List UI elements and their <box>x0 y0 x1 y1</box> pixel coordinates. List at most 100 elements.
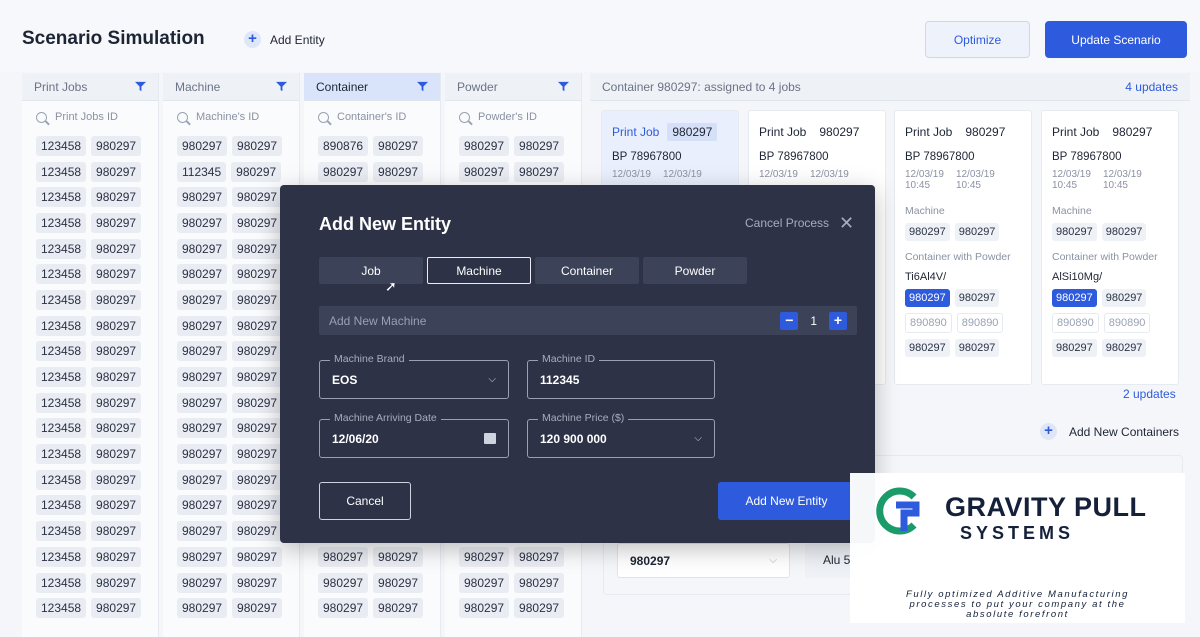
list-item[interactable]: 980297980297 <box>304 159 440 185</box>
id-chip[interactable]: 980297 <box>91 212 142 233</box>
list-item[interactable]: 123458 980297 <box>22 159 158 185</box>
id-chip[interactable]: 123458 <box>36 521 87 542</box>
id-chip[interactable]: 980297 <box>232 135 283 156</box>
container-chip[interactable]: 890890 <box>905 313 952 333</box>
id-chip[interactable]: 980297 <box>318 572 369 593</box>
list-item[interactable]: 123458 980297 <box>22 518 158 544</box>
id-chip[interactable]: 980297 <box>373 161 424 182</box>
list-item[interactable]: 980297980297 <box>304 595 440 621</box>
id-chip[interactable]: 980297 <box>232 572 283 593</box>
id-chip[interactable]: 980297 <box>177 469 228 490</box>
id-chip[interactable]: 980297 <box>232 367 283 388</box>
list-item[interactable]: 980297980297 <box>163 133 299 159</box>
id-chip[interactable]: 123458 <box>36 238 87 259</box>
id-chip[interactable]: 980297 <box>177 264 228 285</box>
id-chip[interactable]: 980297 <box>177 598 228 619</box>
tab-machine[interactable]: Machine <box>427 257 531 284</box>
id-chip[interactable]: 980297 <box>177 546 228 567</box>
id-chip[interactable]: 980297 <box>91 161 142 182</box>
list-item[interactable]: 980297980297 <box>163 184 299 210</box>
id-chip[interactable]: 980297 <box>459 161 510 182</box>
machine-id-field[interactable]: Machine ID 112345 <box>527 353 715 399</box>
list-item[interactable]: 123458 980297 <box>22 441 158 467</box>
add-new-entity-button[interactable]: Add New Entity <box>718 482 855 520</box>
list-item[interactable]: 112345 980297 <box>163 159 299 185</box>
filter-icon[interactable] <box>135 81 146 92</box>
container-chip[interactable]: 980297 <box>954 339 1000 357</box>
container-chip[interactable]: 980297 <box>1101 289 1147 307</box>
id-chip[interactable]: 123458 <box>36 418 87 439</box>
list-item[interactable]: 123458 980297 <box>22 416 158 442</box>
machine-chip[interactable]: 980297 <box>905 223 950 241</box>
tab-powder[interactable]: Powder <box>643 257 747 284</box>
list-item[interactable]: 980297980297 <box>445 159 581 185</box>
machine-chip[interactable]: 980297 <box>1052 223 1097 241</box>
filter-icon[interactable] <box>417 81 428 92</box>
id-chip[interactable]: 980297 <box>91 341 142 362</box>
id-chip[interactable]: 980297 <box>232 546 283 567</box>
list-item[interactable]: 980297980297 <box>445 544 581 570</box>
id-chip[interactable]: 980297 <box>232 444 283 465</box>
id-chip[interactable]: 123458 <box>36 341 87 362</box>
list-item[interactable]: 123458 980297 <box>22 210 158 236</box>
id-chip[interactable]: 980297 <box>177 521 228 542</box>
id-chip[interactable]: 980297 <box>177 341 228 362</box>
list-item[interactable]: 123458 980297 <box>22 261 158 287</box>
id-chip[interactable]: 980297 <box>459 546 510 567</box>
id-chip[interactable]: 980297 <box>373 546 424 567</box>
id-chip[interactable]: 980297 <box>91 469 142 490</box>
id-chip[interactable]: 980297 <box>232 289 283 310</box>
id-chip[interactable]: 980297 <box>373 598 424 619</box>
id-chip[interactable]: 123458 <box>36 315 87 336</box>
id-chip[interactable]: 980297 <box>177 572 228 593</box>
id-chip[interactable]: 980297 <box>91 444 142 465</box>
list-item[interactable]: 123458 980297 <box>22 184 158 210</box>
id-chip[interactable]: 980297 <box>177 135 228 156</box>
column-search[interactable]: Container's ID <box>304 101 440 133</box>
id-chip[interactable]: 980297 <box>232 418 283 439</box>
id-chip[interactable]: 890876 <box>318 135 369 156</box>
id-chip[interactable]: 980297 <box>177 315 228 336</box>
id-chip[interactable]: 980297 <box>232 212 283 233</box>
id-chip[interactable]: 123458 <box>36 546 87 567</box>
list-item[interactable]: 980297980297 <box>163 493 299 519</box>
add-new-containers-button[interactable]: + Add New Containers <box>1040 423 1179 440</box>
list-item[interactable]: 980297980297 <box>163 595 299 621</box>
id-chip[interactable]: 980297 <box>232 469 283 490</box>
container-chip[interactable]: 980297 <box>1052 339 1097 357</box>
id-chip[interactable]: 123458 <box>36 495 87 516</box>
decrement-button[interactable]: − <box>780 311 799 330</box>
id-chip[interactable]: 980297 <box>91 418 142 439</box>
list-item[interactable]: 980297980297 <box>163 518 299 544</box>
list-item[interactable]: 980297980297 <box>163 570 299 596</box>
machine-brand-select[interactable]: Machine Brand EOS ⌵ <box>319 353 509 399</box>
list-item[interactable]: 980297980297 <box>163 364 299 390</box>
list-item[interactable]: 980297980297 <box>304 544 440 570</box>
close-icon[interactable]: ✕ <box>839 214 854 232</box>
list-item[interactable]: 123458 980297 <box>22 493 158 519</box>
list-item[interactable]: 123458 980297 <box>22 544 158 570</box>
list-item[interactable]: 123458 980297 <box>22 364 158 390</box>
id-chip[interactable]: 980297 <box>177 187 228 208</box>
id-chip[interactable]: 980297 <box>318 598 369 619</box>
container-chip[interactable]: 980297 <box>905 339 950 357</box>
tab-container[interactable]: Container <box>535 257 639 284</box>
id-chip[interactable]: 123458 <box>36 264 87 285</box>
list-item[interactable]: 980297980297 <box>163 287 299 313</box>
id-chip[interactable]: 980297 <box>91 521 142 542</box>
id-chip[interactable]: 980297 <box>514 161 565 182</box>
id-chip[interactable]: 980297 <box>232 187 283 208</box>
list-item[interactable]: 980297980297 <box>163 390 299 416</box>
id-chip[interactable]: 980297 <box>177 238 228 259</box>
list-item[interactable]: 980297980297 <box>445 570 581 596</box>
job-card[interactable]: Print Job 980297 BP 78967800 12/03/19 10:45 1… <box>1041 110 1179 385</box>
column-header[interactable]: Container <box>304 73 440 101</box>
list-item[interactable]: 980297980297 <box>163 210 299 236</box>
list-item[interactable]: 123458 980297 <box>22 570 158 596</box>
id-chip[interactable]: 980297 <box>177 289 228 310</box>
id-chip[interactable]: 980297 <box>514 572 565 593</box>
id-chip[interactable]: 980297 <box>177 495 228 516</box>
id-chip[interactable]: 980297 <box>91 187 142 208</box>
id-chip[interactable]: 123458 <box>36 212 87 233</box>
machine-chip[interactable]: 980297 <box>954 223 1000 241</box>
